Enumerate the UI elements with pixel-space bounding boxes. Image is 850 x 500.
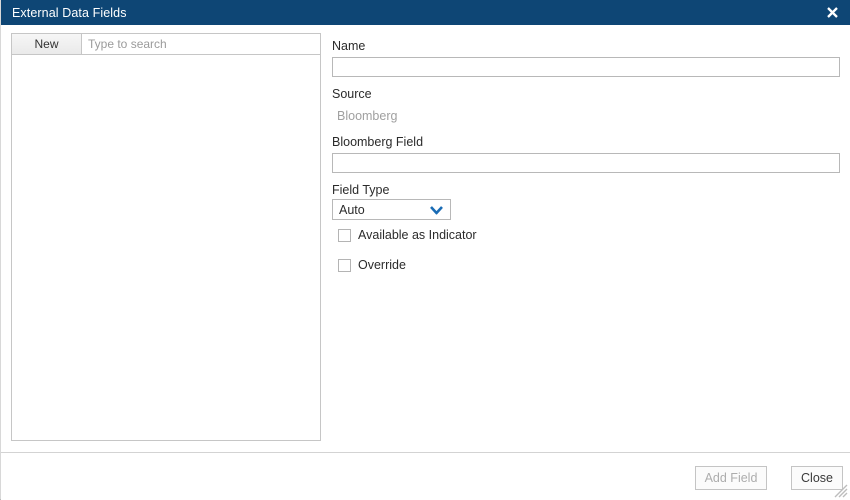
chevron-down-icon (430, 205, 443, 214)
bloomberg-field-input[interactable] (332, 153, 840, 173)
available-as-indicator-row[interactable]: Available as Indicator (338, 228, 477, 242)
dialog-titlebar[interactable]: External Data Fields (1, 0, 850, 25)
name-input[interactable] (332, 57, 840, 77)
add-field-button[interactable]: Add Field (695, 466, 767, 490)
chevron-down-glyph (430, 205, 443, 214)
new-button[interactable]: New (12, 34, 82, 54)
override-row[interactable]: Override (338, 258, 406, 272)
available-as-indicator-checkbox[interactable] (338, 228, 351, 242)
field-type-select-wrapper: Auto (332, 199, 451, 220)
list-toolbar: New (11, 33, 321, 55)
field-type-selected-value: Auto (339, 202, 365, 217)
override-checkbox[interactable] (338, 258, 351, 272)
name-label: Name (332, 39, 366, 53)
dialog-footer: Add Field Close (1, 452, 850, 500)
resize-grip-glyph (834, 484, 848, 498)
fields-list[interactable] (11, 55, 321, 441)
close-x-glyph (826, 7, 838, 18)
external-data-fields-dialog: External Data Fields New Name Source Blo… (0, 0, 850, 500)
close-icon[interactable] (821, 0, 843, 25)
dialog-body: New Name Source Bloomberg Bloomberg Fiel… (1, 25, 850, 452)
available-as-indicator-label: Available as Indicator (358, 228, 477, 242)
field-type-label: Field Type (332, 183, 390, 197)
search-input[interactable] (82, 34, 320, 54)
field-type-select[interactable]: Auto (332, 199, 451, 220)
dialog-title: External Data Fields (12, 5, 127, 20)
field-form-panel: Name Source Bloomberg Bloomberg Field Fi… (331, 25, 841, 452)
bloomberg-field-label: Bloomberg Field (332, 135, 424, 149)
fields-list-panel: New (11, 33, 321, 441)
override-label: Override (358, 258, 406, 272)
source-value: Bloomberg (337, 109, 398, 123)
source-label: Source (332, 87, 372, 101)
resize-grip-icon[interactable] (834, 484, 848, 498)
